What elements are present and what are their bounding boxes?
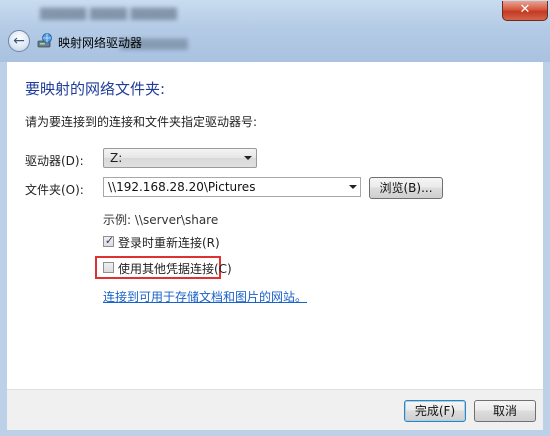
dialog-content: 要映射的网络文件夹: 请为要连接到的连接和文件夹指定驱动器号: 驱动器(D): … [7, 62, 543, 389]
folder-combobox[interactable] [103, 177, 361, 197]
back-arrow-icon[interactable]: ← [8, 30, 30, 52]
browse-button[interactable]: 浏览(B)... [369, 177, 443, 199]
checkmark-icon: ✓ [104, 234, 115, 247]
chevron-down-icon [244, 156, 252, 160]
finish-button[interactable]: 完成(F) [404, 400, 466, 422]
website-link[interactable]: 连接到可用于存储文档和图片的网站。 [103, 288, 307, 305]
folder-label: 文件夹(O): [25, 183, 84, 197]
reconnect-label[interactable]: 登录时重新连接(R) [118, 234, 220, 251]
title-bar: ▇▇▇▇▇ ▇▇▇▇ ▇▇▇▇▇ ▇▇▇▇▇▇▇▇ ✕ ← 映射网络驱动器 [0, 0, 550, 62]
blurred-background-text: ▇▇▇▇▇ ▇▇▇▇ ▇▇▇▇▇ [40, 6, 177, 20]
page-heading: 要映射的网络文件夹: [25, 80, 166, 98]
other-credentials-label[interactable]: 使用其他凭据连接(C) [118, 260, 232, 277]
drive-label: 驱动器(D): [25, 154, 84, 168]
drive-select-value: Z: [110, 151, 123, 165]
window-title: 映射网络驱动器 [58, 36, 143, 50]
network-drive-icon [37, 33, 52, 48]
close-button[interactable]: ✕ [502, 1, 548, 21]
chevron-down-icon[interactable] [349, 185, 357, 189]
other-credentials-checkbox[interactable] [103, 262, 114, 273]
website-link-text[interactable]: 连接到可用于存储文档和图片的网站 [103, 290, 295, 304]
dialog-footer: 完成(F) 取消 [7, 389, 543, 430]
instruction-text: 请为要连接到的连接和文件夹指定驱动器号: [25, 115, 258, 129]
reconnect-checkbox[interactable]: ✓ [103, 234, 115, 247]
example-text: 示例: \\server\share [103, 213, 219, 227]
cancel-button[interactable]: 取消 [474, 400, 536, 422]
folder-input[interactable] [108, 179, 336, 195]
drive-select[interactable]: Z: [103, 148, 257, 168]
